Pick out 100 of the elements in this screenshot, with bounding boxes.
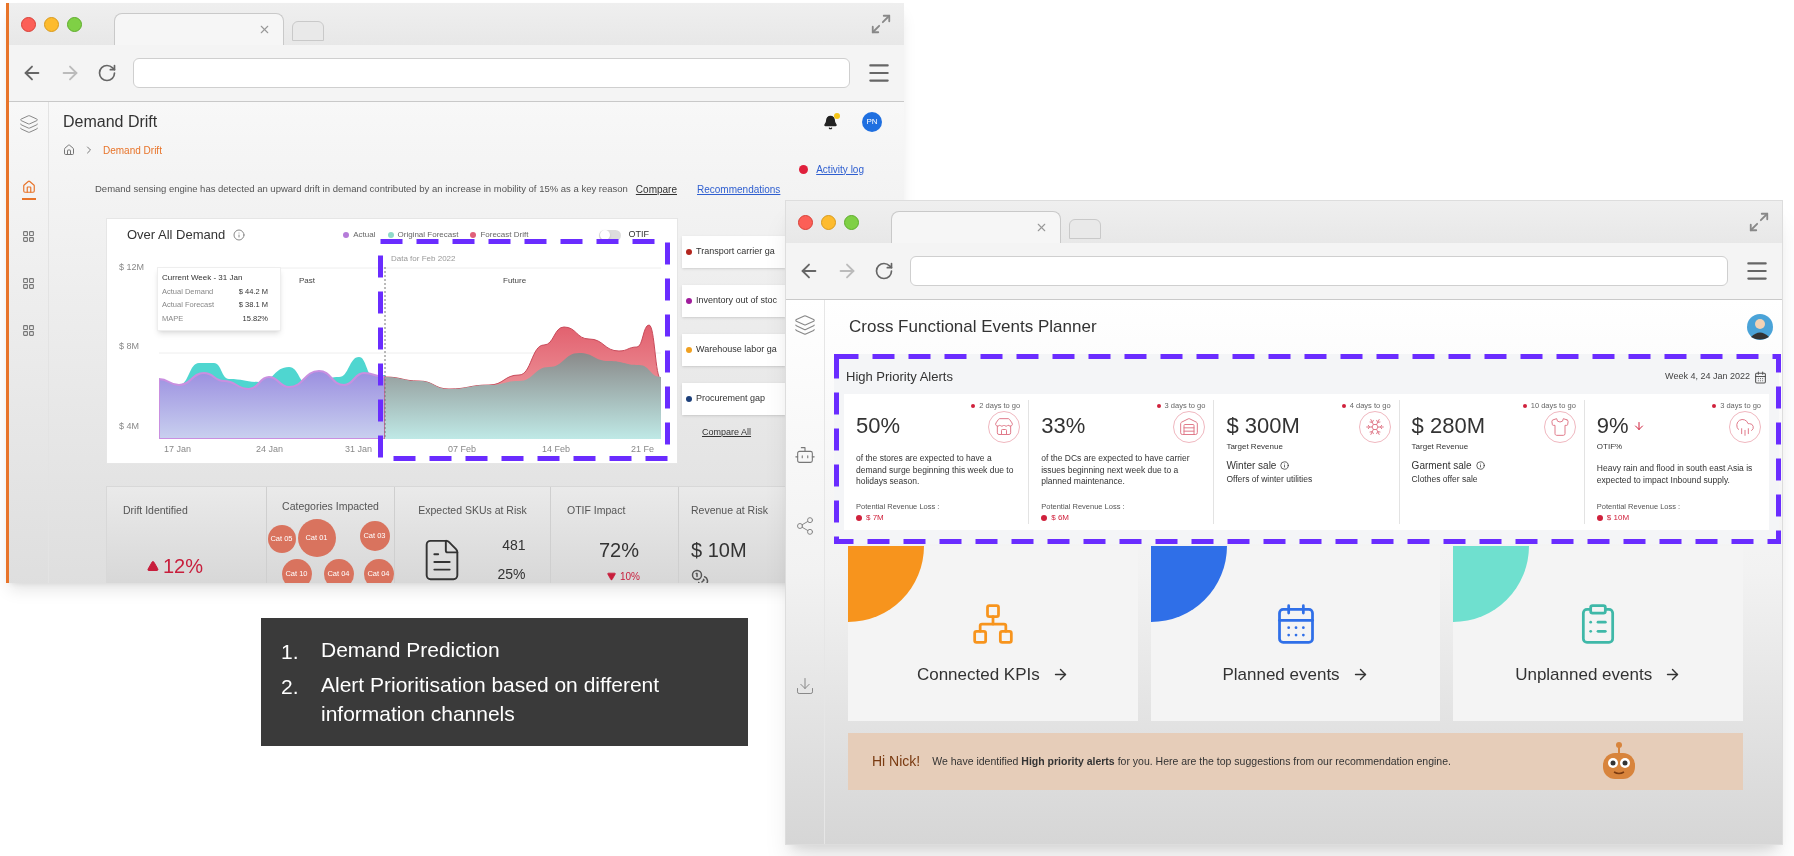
reload-icon[interactable] [874,261,894,281]
event-name: Winter sale [1226,459,1277,474]
alert-value: 9% [1596,415,1629,438]
greeting: Hi Nick! [872,752,921,771]
metric-value: 481 [502,535,526,555]
gap-item[interactable]: Warehouse labor ga [682,334,786,366]
shortcut-card[interactable]: Connected KPIs [848,546,1138,721]
activity-log-link[interactable]: Activity log [816,161,864,177]
address-field[interactable] [133,58,850,88]
avatar-icon[interactable] [1747,314,1773,340]
alert-value: $ 280M [1411,415,1485,438]
metric-label: Revenue at Risk [691,503,769,518]
alert-value: $ 300M [1226,415,1300,438]
chart-title: Over All Demand [127,226,226,245]
shortcut-card[interactable]: Planned events [1150,546,1441,721]
warehouse-icon [1179,417,1200,438]
week-date: Week 4, 24 Jan 2022 [1665,370,1750,384]
metric-label: Drift Identified [123,503,188,518]
recommendations-link[interactable]: Recommendations [697,181,781,197]
metric-label: OTIF Impact [567,503,626,518]
metric-value: 12% [163,553,204,579]
rain-cloud-icon [1735,417,1755,438]
alert-caption: Target Revenue [1226,441,1284,454]
y-axis-tick: $ 4M [119,419,139,433]
gap-label: Inventory out of stoc [696,294,778,308]
coins-icon [691,568,709,583]
page-title: Demand Drift [63,112,158,132]
gap-item[interactable]: Transport carrier ga [682,236,786,268]
expand-icon[interactable] [1748,211,1770,233]
panel-title: High Priority Alerts [846,368,953,387]
range-note: Data for Feb 2022 [391,253,456,265]
alert-description: Heavy rain and flood in south east Asia is expected to impact Inbound supply. [1596,463,1754,487]
info-icon[interactable] [1280,461,1290,471]
compare-all-link[interactable]: Compare All [702,426,752,440]
alert-value: 50% [856,415,901,438]
address-field[interactable] [910,256,1728,286]
shortcut-card[interactable]: Unplanned events [1453,546,1743,721]
page-title: Cross Functional Events Planner [849,316,1097,339]
info-icon[interactable] [233,229,246,241]
alert-caption: Target Revenue [1411,441,1470,454]
otif-toggle[interactable] [598,229,621,241]
layers-icon[interactable] [794,314,816,336]
alert-description: of the DCs are expected to have carrier issues beginning next week due to a planned maintenance. [1041,453,1191,488]
alert-caption: OTIF% [1596,441,1624,454]
x-axis-tick: 31 Jan [345,443,373,456]
alert-value: 33% [1041,415,1086,438]
calendar-icon[interactable] [1754,370,1767,384]
x-axis-tick: 24 Jan [256,443,284,456]
loss-icon [1041,515,1048,521]
notification-icon[interactable] [823,114,838,130]
period-label: Future [503,275,527,287]
loss-icon [1596,515,1603,521]
gap-label: Transport carrier ga [696,245,775,259]
shirt-icon [1549,417,1570,438]
close-tab-icon[interactable] [1035,221,1048,234]
loss-amount: $ 10M [1606,512,1630,524]
x-axis-tick: 07 Feb [448,443,477,456]
list-text: Alert Prioritisation based on different information channels [321,672,661,727]
snowflake-icon [1364,417,1385,438]
shortcut-label: Unplanned events [1515,664,1653,686]
nav-item[interactable] [21,180,36,200]
gap-label: Warehouse labor ga [696,343,777,357]
list-text: Demand Prediction [321,636,500,663]
alert-description: Offers of winter utilities [1226,474,1314,486]
alert-description: of the stores are expected to have a demand surge beginning this week due to holidays season. [856,453,1015,488]
metric-label: Categories Impacted [282,499,379,514]
metric-value: $ 10M [691,537,747,563]
shortcut-label: Planned events [1222,664,1340,686]
event-name: Garment sale [1411,459,1472,474]
tooltip-title: Current Week - 31 Jan [162,272,244,284]
metric-value: 72% [599,537,640,563]
x-axis-tick: 21 Fe [631,443,654,456]
network-icon[interactable] [795,516,815,536]
metric-value: 25% [497,564,526,583]
expand-icon[interactable] [870,13,892,35]
layers-icon[interactable] [18,114,39,134]
metric-label: Expected SKUs at Risk [418,503,527,518]
drift-message: Demand sensing engine has detected an upward drift in demand contributed by an increase in mobility of 15% as a key reason [95,181,628,196]
alert-description: Clothes offer sale [1411,474,1479,486]
home-icon[interactable] [63,144,75,156]
legend-label: Forecast Drift [480,229,529,241]
download-icon[interactable] [795,676,815,696]
metric-change: 10% [620,569,640,583]
compare-link[interactable]: Compare [635,181,677,197]
list-number: 1. [281,638,300,665]
legend-label: Original Forecast [397,229,459,241]
loss-amount: $ 7M [866,512,884,524]
toggle-label: OTIF [628,228,649,242]
x-axis-tick: 17 Jan [164,443,192,456]
y-axis-tick: $ 8M [119,340,139,354]
gap-item[interactable]: Procurement gap [682,383,786,415]
robot-icon[interactable] [794,444,816,466]
gap-label: Procurement gap [696,392,766,406]
legend-label: Actual [353,229,376,241]
info-icon[interactable] [1475,461,1485,471]
gap-item[interactable]: Inventory out of stoc [682,285,786,317]
reload-icon[interactable] [97,63,117,83]
user-avatar[interactable]: PN [862,112,882,132]
loss-icon [856,515,862,521]
close-tab-icon[interactable] [258,23,271,36]
